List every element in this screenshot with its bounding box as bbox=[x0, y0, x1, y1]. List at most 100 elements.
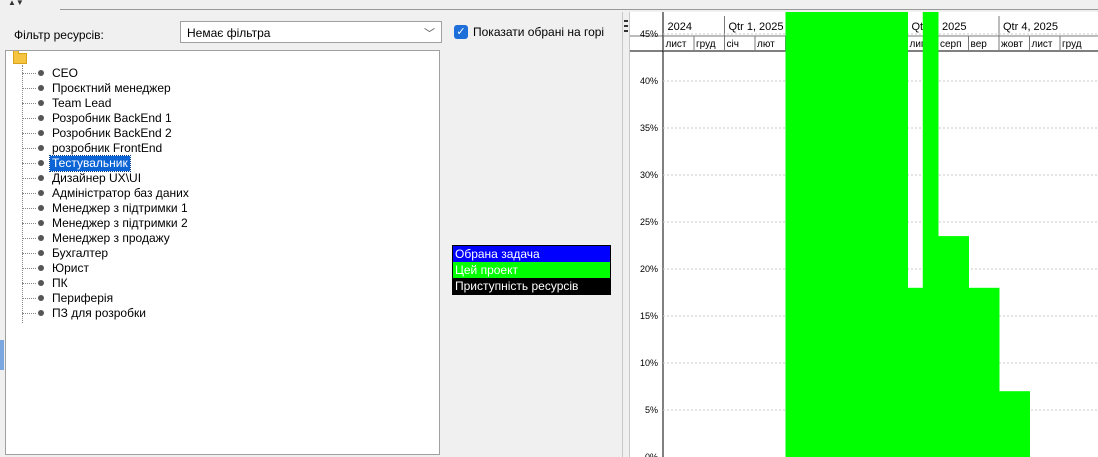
resource-name: Team Lead bbox=[52, 96, 112, 110]
resource-tree-item[interactable]: Адміністратор баз даних bbox=[22, 186, 422, 201]
resource-name: Розробник BackEnd 1 bbox=[52, 111, 172, 125]
project-usage-bar bbox=[968, 287, 1000, 457]
resource-bullet-icon bbox=[38, 85, 44, 91]
filter-dropdown-value: Немає фільтра bbox=[187, 26, 271, 40]
resource-bullet-icon bbox=[38, 295, 44, 301]
project-usage-bar bbox=[999, 391, 1030, 457]
timeline-quarter-label: Qtr 4, 2025 bbox=[1003, 21, 1058, 33]
resource-bullet-icon bbox=[38, 280, 44, 286]
tree-branch-line bbox=[22, 223, 36, 224]
timeline-month-label: лист bbox=[1032, 39, 1053, 50]
legend-this-project: Цей проект bbox=[453, 262, 610, 278]
project-usage-bar bbox=[785, 12, 802, 457]
resource-tree-item[interactable]: Team Lead bbox=[22, 96, 422, 111]
resource-tree-item[interactable]: Менеджер з підтримки 2 bbox=[22, 216, 422, 231]
panel-edge-marker bbox=[0, 340, 4, 370]
resource-bullet-icon bbox=[38, 310, 44, 316]
timeline-month-label: лют bbox=[757, 39, 775, 50]
resource-tree-item[interactable]: розробник FrontEnd bbox=[22, 141, 422, 156]
resource-bullet-icon bbox=[38, 265, 44, 271]
filter-dropdown[interactable]: Немає фільтра ﹀ bbox=[180, 21, 442, 43]
resource-tree-item[interactable]: Дизайнер UX\UI bbox=[22, 171, 422, 186]
y-tick-label: 5% bbox=[645, 405, 658, 415]
resource-bullet-icon bbox=[38, 70, 44, 76]
resource-tree-item[interactable]: Менеджер з продажу bbox=[22, 231, 422, 246]
tree-branch-line bbox=[22, 73, 36, 74]
resource-bullet-icon bbox=[38, 100, 44, 106]
project-usage-bar bbox=[846, 12, 878, 457]
resource-tree-item[interactable]: Розробник BackEnd 2 bbox=[22, 126, 422, 141]
resource-name: Адміністратор баз даних bbox=[52, 186, 189, 200]
resource-name: Розробник BackEnd 2 bbox=[52, 126, 172, 140]
tree-branch-line bbox=[22, 298, 36, 299]
top-divider bbox=[60, 9, 1098, 10]
resource-name: Тестувальник bbox=[49, 155, 131, 172]
timeline-month-label: січ bbox=[727, 39, 739, 50]
panel-splitter[interactable] bbox=[622, 12, 630, 457]
y-tick-label: 15% bbox=[640, 311, 658, 321]
timeline-month-label: груд bbox=[696, 39, 716, 50]
resource-tree-item[interactable]: ПК bbox=[22, 276, 422, 291]
timeline-quarter-label: Qtr 1, 2025 bbox=[729, 21, 784, 33]
resource-name: Менеджер з підтримки 2 bbox=[52, 216, 188, 230]
timeline-month-label: жовт bbox=[1001, 39, 1023, 50]
resource-bullet-icon bbox=[38, 160, 44, 166]
tree-branch-line bbox=[22, 118, 36, 119]
resource-tree-item[interactable]: Проєктний менеджер bbox=[22, 81, 422, 96]
resource-tree-item[interactable]: Юрист bbox=[22, 261, 422, 276]
tree-branch-line bbox=[22, 133, 36, 134]
resource-name: Проєктний менеджер bbox=[52, 81, 171, 95]
y-tick-label: 35% bbox=[640, 123, 658, 133]
tree-branch-line bbox=[22, 163, 36, 164]
filter-label: Фільтр ресурсів: bbox=[14, 28, 104, 42]
resource-bullet-icon bbox=[38, 175, 44, 181]
folder-icon[interactable] bbox=[13, 51, 27, 64]
legend-selected-task: Обрана задача bbox=[453, 246, 610, 262]
resource-bullet-icon bbox=[38, 205, 44, 211]
y-tick-label: 20% bbox=[640, 264, 658, 274]
resource-tree-item[interactable]: Бухгалтер bbox=[22, 246, 422, 261]
chevron-down-icon: ﹀ bbox=[424, 28, 435, 40]
resource-tree-item[interactable]: ПЗ для розробки bbox=[22, 306, 422, 321]
timeline-month-label: лист bbox=[666, 39, 687, 50]
tree-branch-line bbox=[22, 208, 36, 209]
show-selected-on-top-checkbox[interactable]: ✓ bbox=[454, 25, 468, 39]
resource-tree[interactable]: CEO Проєктний менеджер Team Lead Розробник … bbox=[5, 50, 440, 455]
y-tick-label: 10% bbox=[640, 358, 658, 368]
resource-bullet-icon bbox=[38, 235, 44, 241]
splitter-grip bbox=[624, 30, 628, 32]
tree-branch-line bbox=[22, 103, 36, 104]
tree-branch-line bbox=[22, 253, 36, 254]
resource-bullet-icon bbox=[38, 220, 44, 226]
tree-branch-line bbox=[22, 283, 36, 284]
resource-bullet-icon bbox=[38, 115, 44, 121]
resource-tree-item[interactable]: Тестувальник bbox=[22, 155, 422, 172]
splitter-grip bbox=[624, 25, 628, 27]
resource-tree-item[interactable]: Менеджер з підтримки 1 bbox=[22, 201, 422, 216]
tree-branch-line bbox=[22, 88, 36, 89]
project-usage-bar bbox=[800, 12, 817, 457]
resource-tree-item[interactable]: Розробник BackEnd 1 bbox=[22, 111, 422, 126]
resource-name: розробник FrontEnd bbox=[52, 141, 163, 155]
timeline-quarter-label: 2024 bbox=[668, 21, 692, 33]
timeline-month-label: серп bbox=[940, 39, 962, 50]
project-usage-bar bbox=[907, 287, 924, 457]
resource-bullet-icon bbox=[38, 250, 44, 256]
chart-legend: Обрана задача Цей проект Приступність ре… bbox=[452, 245, 611, 295]
resource-name: Менеджер з підтримки 1 bbox=[52, 201, 188, 215]
resource-tree-item[interactable]: Периферія bbox=[22, 291, 422, 306]
tree-branch-line bbox=[22, 268, 36, 269]
resource-name: Юрист bbox=[52, 261, 89, 275]
timeline-month-label: вер bbox=[971, 39, 988, 50]
resource-name: Бухгалтер bbox=[52, 246, 109, 260]
timeline-quarter-label: Qtr 3, 2025 bbox=[912, 21, 967, 33]
resource-name: Дизайнер UX\UI bbox=[52, 171, 142, 185]
project-usage-bar bbox=[877, 12, 908, 457]
resource-name: ПЗ для розробки bbox=[52, 306, 146, 320]
resource-filter-panel: Фільтр ресурсів: Немає фільтра ﹀ ✓ Показ… bbox=[0, 12, 622, 457]
tree-branch-line bbox=[22, 148, 36, 149]
resource-name: Периферія bbox=[52, 291, 114, 305]
collapse-arrows-icon[interactable]: ▲▼ bbox=[8, 0, 24, 7]
resource-bullet-icon bbox=[38, 190, 44, 196]
resource-tree-item[interactable]: CEO bbox=[22, 66, 422, 81]
